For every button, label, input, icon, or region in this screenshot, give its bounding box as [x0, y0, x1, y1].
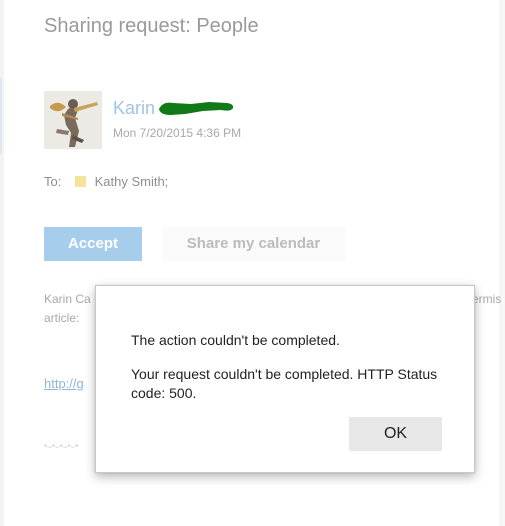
sender-avatar[interactable] [44, 91, 102, 149]
dialog-message: Your request couldn't be completed. HTTP… [131, 366, 438, 401]
recipient-color-swatch-icon [74, 176, 86, 187]
message-body-link[interactable]: http://g [44, 376, 84, 391]
recipients-row: To: Kathy Smith; [44, 174, 168, 189]
message-body-line: Karin Ca [44, 292, 91, 306]
message-signature-fragment: *~*~*~*~* [44, 443, 79, 452]
sender-name[interactable]: Karin [113, 98, 155, 119]
sent-timestamp: Mon 7/20/2015 4:36 PM [113, 126, 242, 140]
recipient-name[interactable]: Kathy Smith; [95, 174, 169, 189]
trombone-player-avatar-icon [44, 91, 102, 149]
message-body-line: article: [44, 311, 80, 325]
share-my-calendar-button[interactable]: Share my calendar [162, 227, 345, 261]
redaction-mark [159, 102, 234, 115]
error-dialog: The action couldn't be completed. Your r… [95, 285, 475, 473]
to-label: To: [44, 174, 62, 189]
message-body-line-tail: ermis [472, 292, 502, 306]
ok-button[interactable]: OK [349, 417, 442, 451]
accept-button[interactable]: Accept [44, 227, 142, 261]
dialog-title: The action couldn't be completed. [131, 332, 340, 348]
email-subject: Sharing request: People [44, 15, 259, 37]
